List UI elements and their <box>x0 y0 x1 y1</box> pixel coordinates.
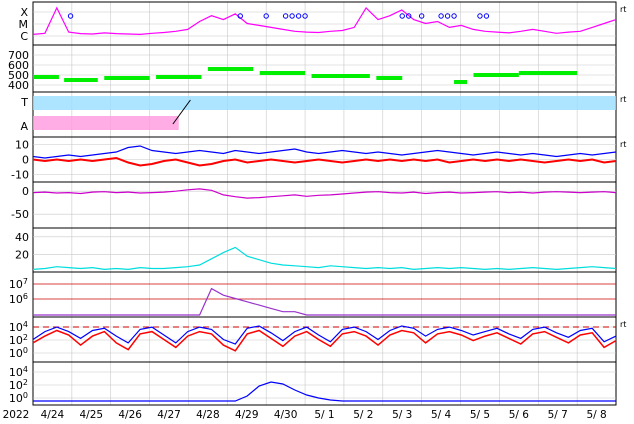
flare-marker <box>399 13 405 19</box>
panel-note: rt <box>620 95 626 104</box>
alpha-band <box>33 116 179 130</box>
space-weather-stack-chart: 2022 4/24 4/25 4/26 4/27 4/28 4/29 4/30 5/ 1 5/ 2… <box>3 1 626 421</box>
x-tick-label: 5/ 3 <box>392 409 412 421</box>
y-tick-label: 400 <box>8 79 29 92</box>
flare-marker <box>483 13 490 19</box>
y-tick-label: -50 <box>11 208 29 221</box>
y-tick-label: 107 <box>9 277 28 291</box>
flare-marker <box>444 13 451 19</box>
panel-frame-electron <box>32 316 617 363</box>
panel-frame-proton <box>32 271 617 318</box>
dst-series <box>32 188 617 199</box>
x-tick-label: 4/28 <box>196 409 220 421</box>
x-tick-label: 4/25 <box>80 409 104 421</box>
y-tick-label: -10 <box>11 169 29 182</box>
flare-marker <box>451 13 457 19</box>
x-tick-label: 5/ 2 <box>353 409 373 421</box>
y-tick-label: 0 <box>22 185 29 198</box>
flare-marker <box>438 13 444 19</box>
x-tick-label: 4/24 <box>41 409 65 421</box>
y-tick-label: 102 <box>9 378 28 392</box>
panel-note: rt <box>620 5 626 14</box>
y-tick-label: 100 <box>9 346 28 360</box>
x-tick-label: 5/ 4 <box>431 409 452 421</box>
flare-marker <box>282 13 289 19</box>
panel-frame-dst <box>32 181 617 229</box>
y-tick-label: 10 <box>15 139 29 152</box>
x-tick-label: 5/ 6 <box>509 409 530 421</box>
y-tick-label: 40 <box>15 231 29 244</box>
flare-marker <box>295 13 302 19</box>
proton-series <box>33 287 616 316</box>
y-tick-label: 100 <box>9 391 28 405</box>
x-tick-label: 4/27 <box>157 409 181 421</box>
panel-note: rt <box>620 320 626 329</box>
y-tick-label: 20 <box>15 248 29 261</box>
y-tick-label: 104 <box>9 365 28 379</box>
x-tick-label: 4/26 <box>118 409 142 421</box>
y-label-C: C <box>20 30 28 43</box>
y-tick-label: 0 <box>22 154 29 167</box>
x-tick-label: 5/ 7 <box>548 409 568 421</box>
y-tick-label: 104 <box>9 320 28 334</box>
x-tick-label: 5/ 8 <box>586 409 606 421</box>
y-label-A: A <box>20 120 28 133</box>
x-tick-label: 5/ 1 <box>314 409 334 421</box>
y-label-T: T <box>20 96 28 109</box>
temperature-band <box>33 96 616 110</box>
flare-marker <box>477 13 483 19</box>
panel-frame-flare <box>32 1 617 46</box>
bz-series <box>32 156 617 167</box>
y-tick-label: 106 <box>9 292 28 306</box>
panel-frame-kp <box>32 227 617 273</box>
panel-note: rt <box>620 140 626 149</box>
electron-low-series <box>32 329 617 352</box>
bt-series <box>32 145 617 159</box>
y-tick-label: 102 <box>9 333 28 347</box>
electron-high-series <box>32 325 617 345</box>
x-tick-label: 4/30 <box>274 409 298 421</box>
x-tick-label: 4/29 <box>235 409 259 421</box>
kp-series <box>32 246 617 271</box>
year-label: 2022 <box>3 409 30 421</box>
flare-marker <box>289 13 295 19</box>
x-tick-label: 5/ 5 <box>470 409 490 421</box>
